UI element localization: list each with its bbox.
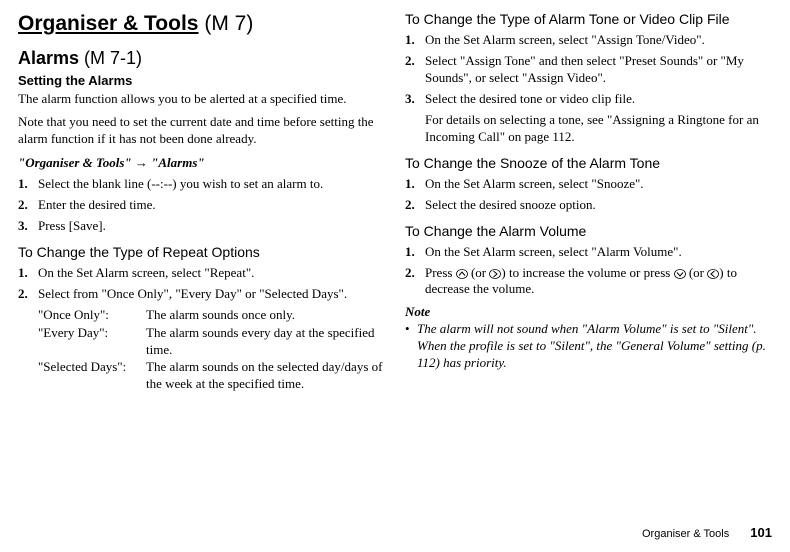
list-item: 2.Enter the desired time. xyxy=(18,197,385,214)
page-title: Organiser & Tools (M 7) xyxy=(18,10,385,37)
list-item: 2.Select from "Once Only", "Every Day" o… xyxy=(18,286,385,303)
note-label: Note xyxy=(405,304,772,321)
tone-subtext: For details on selecting a tone, see "As… xyxy=(425,112,772,146)
volume-steps: 1.On the Set Alarm screen, select "Alarm… xyxy=(405,244,772,299)
left-key-icon xyxy=(707,269,719,279)
list-item: 1.On the Set Alarm screen, select "Repea… xyxy=(18,265,385,282)
prereq-text: Note that you need to set the current da… xyxy=(18,114,385,148)
down-key-icon xyxy=(674,269,686,279)
page-footer: Organiser & Tools 101 xyxy=(642,525,772,542)
right-key-icon xyxy=(489,269,501,279)
list-item: 2.Select the desired snooze option. xyxy=(405,197,772,214)
arrow-icon: → xyxy=(135,155,151,170)
alarms-heading-text: Alarms xyxy=(18,48,79,68)
left-column: Organiser & Tools (M 7) Alarms (M 7-1) S… xyxy=(18,10,385,397)
intro-text: The alarm function allows you to be aler… xyxy=(18,91,385,108)
footer-section: Organiser & Tools xyxy=(642,528,729,540)
repeat-steps: 1.On the Set Alarm screen, select "Repea… xyxy=(18,265,385,303)
snooze-heading: To Change the Snooze of the Alarm Tone xyxy=(405,154,772,172)
list-item: 3.Press [Save]. xyxy=(18,218,385,235)
list-item: 2.Select "Assign Tone" and then select "… xyxy=(405,53,772,87)
tone-heading: To Change the Type of Alarm Tone or Vide… xyxy=(405,10,772,28)
snooze-steps: 1.On the Set Alarm screen, select "Snooz… xyxy=(405,176,772,214)
list-item: 1.Select the blank line (--:--) you wish… xyxy=(18,176,385,193)
list-item: 1.On the Set Alarm screen, select "Snooz… xyxy=(405,176,772,193)
up-key-icon xyxy=(456,269,468,279)
page-number: 101 xyxy=(750,525,772,540)
list-item: "Every Day": The alarm sounds every day … xyxy=(38,325,385,359)
title-menu-code: (M 7) xyxy=(204,12,253,35)
nav-suffix: "Alarms" xyxy=(151,155,204,170)
alarms-menu-code: (M 7-1) xyxy=(84,48,142,68)
right-column: To Change the Type of Alarm Tone or Vide… xyxy=(405,10,772,397)
list-item: "Selected Days": The alarm sounds on the… xyxy=(38,359,385,393)
alarms-heading: Alarms (M 7-1) xyxy=(18,47,385,70)
list-item: 1.On the Set Alarm screen, select "Alarm… xyxy=(405,244,772,261)
list-item: "Once Only": The alarm sounds once only. xyxy=(38,307,385,324)
title-text: Organiser & Tools xyxy=(18,12,198,35)
list-item: 3.Select the desired tone or video clip … xyxy=(405,91,772,108)
note-item: • The alarm will not sound when "Alarm V… xyxy=(405,321,772,372)
tone-steps: 1.On the Set Alarm screen, select "Assig… xyxy=(405,32,772,108)
volume-heading: To Change the Alarm Volume xyxy=(405,222,772,240)
repeat-heading: To Change the Type of Repeat Options xyxy=(18,243,385,261)
list-item: 2. Press (or ) to increase the volume or… xyxy=(405,265,772,299)
nav-path: "Organiser & Tools" → "Alarms" xyxy=(18,155,385,172)
list-item: 1.On the Set Alarm screen, select "Assig… xyxy=(405,32,772,49)
nav-prefix: "Organiser & Tools" xyxy=(18,155,132,170)
alarm-setup-steps: 1.Select the blank line (--:--) you wish… xyxy=(18,176,385,235)
setting-alarms-heading: Setting the Alarms xyxy=(18,73,385,90)
note-text: The alarm will not sound when "Alarm Vol… xyxy=(417,321,772,372)
repeat-definitions: "Once Only": The alarm sounds once only.… xyxy=(38,307,385,393)
